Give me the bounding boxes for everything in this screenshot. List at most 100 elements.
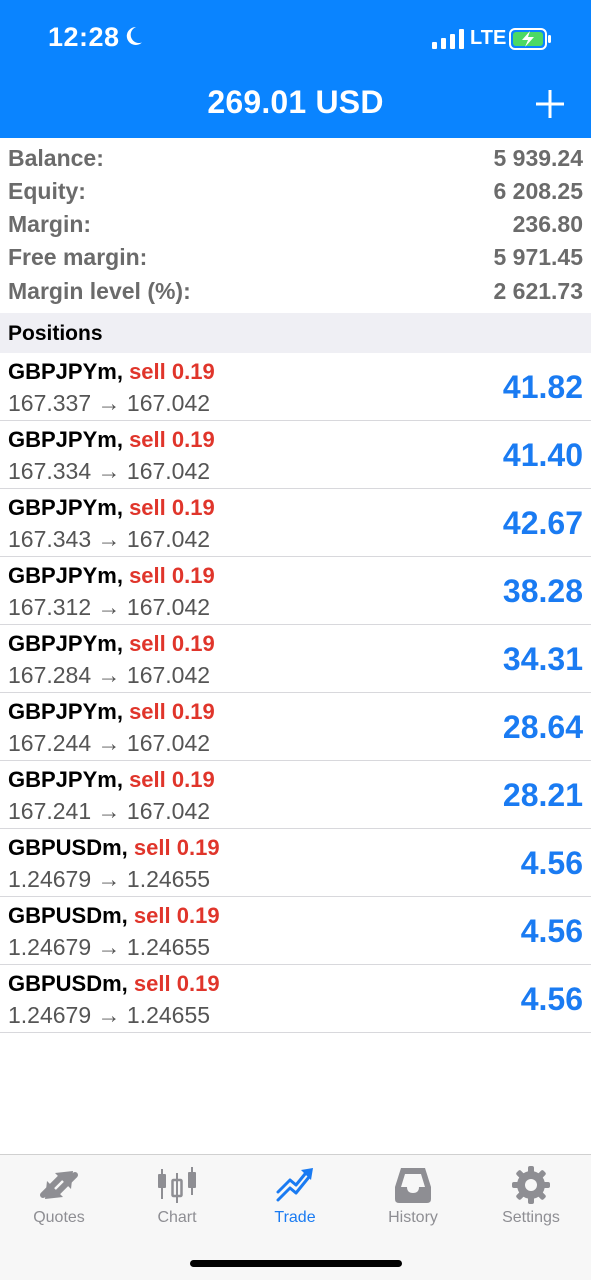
position-symbol: GBPUSDm,	[8, 971, 128, 996]
tab-history[interactable]: History	[354, 1155, 472, 1245]
position-side: sell 0.19	[129, 563, 215, 588]
summary-value: 2 621.73	[493, 278, 583, 304]
position-symbol: GBPJPYm,	[8, 767, 123, 792]
position-header: GBPUSDm, sell 0.19	[8, 903, 220, 929]
position-side: sell 0.19	[133, 903, 220, 928]
position-symbol: GBPJPYm,	[8, 563, 123, 588]
position-symbol: GBPJPYm,	[8, 359, 123, 384]
inbox-history-icon	[395, 1168, 431, 1203]
position-header: GBPJPYm, sell 0.19	[8, 495, 215, 521]
position-row[interactable]: GBPUSDm, sell 0.19 1.24679 → 1.24655 4.5…	[0, 829, 591, 897]
position-row[interactable]: GBPUSDm, sell 0.19 1.24679 → 1.24655 4.5…	[0, 897, 591, 965]
position-row[interactable]: GBPJPYm, sell 0.19 167.337 → 167.042 41.…	[0, 353, 591, 421]
tab-label: History	[388, 1209, 438, 1226]
position-side: sell 0.19	[133, 835, 220, 860]
position-symbol: GBPUSDm,	[8, 903, 128, 928]
position-side: sell 0.19	[129, 767, 215, 792]
home-indicator[interactable]	[190, 1260, 402, 1267]
tab-trade[interactable]: Trade	[236, 1155, 354, 1245]
position-header: GBPJPYm, sell 0.19	[8, 359, 215, 385]
new-order-plus-icon[interactable]	[530, 84, 570, 124]
trade-screen: 12:28 LTE 269.01 USD Balance: 5 939.24 E…	[0, 0, 591, 1280]
position-row[interactable]: GBPJPYm, sell 0.19 167.284 → 167.042 34.…	[0, 625, 591, 693]
summary-row-balance: Balance: 5 939.24	[0, 142, 591, 175]
position-profit: 41.82	[502, 369, 583, 405]
position-prices: 167.343 → 167.042	[8, 526, 211, 552]
positions-title: Positions	[8, 322, 103, 345]
summary-label: Free margin:	[8, 244, 148, 270]
summary-row-free-margin: Free margin: 5 971.45	[0, 241, 591, 274]
position-row[interactable]: GBPJPYm, sell 0.19 167.343 → 167.042 42.…	[0, 489, 591, 557]
position-prices: 1.24679 → 1.24655	[8, 1002, 211, 1028]
status-bar: 12:28 LTE	[0, 0, 591, 80]
position-side: sell 0.19	[129, 495, 215, 520]
position-prices: 167.241 → 167.042	[8, 798, 211, 824]
network-type: LTE	[470, 27, 507, 49]
gear-icon	[512, 1166, 550, 1204]
position-symbol: GBPJPYm,	[8, 631, 123, 656]
quotes-icon	[40, 1171, 78, 1199]
position-prices: 167.334 → 167.042	[8, 458, 211, 484]
position-symbol: GBPJPYm,	[8, 699, 123, 724]
position-row[interactable]: GBPUSDm, sell 0.19 1.24679 → 1.24655 4.5…	[0, 965, 591, 1033]
position-prices: 167.312 → 167.042	[8, 594, 211, 620]
position-row[interactable]: GBPJPYm, sell 0.19 167.334 → 167.042 41.…	[0, 421, 591, 489]
position-profit: 28.21	[502, 777, 583, 813]
position-row[interactable]: GBPJPYm, sell 0.19 167.244 → 167.042 28.…	[0, 693, 591, 761]
position-symbol: GBPJPYm,	[8, 427, 123, 452]
summary-row-margin-level: Margin level (%): 2 621.73	[0, 275, 591, 308]
position-prices: 1.24679 → 1.24655	[8, 934, 211, 960]
position-header: GBPUSDm, sell 0.19	[8, 835, 220, 861]
battery-charging-icon	[509, 28, 551, 50]
account-summary: Balance: 5 939.24 Equity: 6 208.25 Margi…	[0, 138, 591, 313]
summary-value: 5 939.24	[493, 145, 583, 171]
summary-label: Balance:	[8, 145, 104, 171]
account-profit-title: 269.01 USD	[207, 84, 384, 120]
position-header: GBPJPYm, sell 0.19	[8, 427, 215, 453]
position-side: sell 0.19	[129, 631, 215, 656]
position-header: GBPJPYm, sell 0.19	[8, 563, 215, 589]
position-header: GBPUSDm, sell 0.19	[8, 971, 220, 997]
position-profit: 28.64	[502, 709, 583, 745]
tab-quotes[interactable]: Quotes	[0, 1155, 118, 1245]
status-time: 12:28	[48, 22, 120, 52]
summary-value: 6 208.25	[493, 178, 583, 204]
tab-chart[interactable]: Chart	[118, 1155, 236, 1245]
position-symbol: GBPJPYm,	[8, 495, 123, 520]
summary-row-equity: Equity: 6 208.25	[0, 175, 591, 208]
position-profit: 4.56	[520, 981, 583, 1017]
moon-icon	[126, 26, 142, 45]
candlestick-chart-icon	[158, 1167, 196, 1203]
position-prices: 167.284 → 167.042	[8, 662, 211, 688]
position-profit: 41.40	[502, 437, 583, 473]
position-row[interactable]: GBPJPYm, sell 0.19 167.312 → 167.042 38.…	[0, 557, 591, 625]
position-row[interactable]: GBPJPYm, sell 0.19 167.241 → 167.042 28.…	[0, 761, 591, 829]
position-prices: 167.337 → 167.042	[8, 390, 211, 416]
position-side: sell 0.19	[129, 427, 215, 452]
cellular-signal-icon	[432, 29, 464, 49]
summary-label: Margin:	[8, 211, 92, 237]
position-profit: 4.56	[520, 845, 583, 881]
position-side: sell 0.19	[129, 699, 215, 724]
position-profit: 34.31	[502, 641, 583, 677]
positions-section-header: Positions	[0, 313, 591, 353]
tab-label: Trade	[274, 1209, 316, 1226]
summary-label: Margin level (%):	[8, 278, 191, 304]
position-header: GBPJPYm, sell 0.19	[8, 631, 215, 657]
header-bar: 12:28 LTE 269.01 USD	[0, 0, 591, 138]
summary-row-margin: Margin: 236.80	[0, 208, 591, 241]
summary-label: Equity:	[8, 178, 86, 204]
summary-value: 5 971.45	[493, 244, 583, 270]
position-header: GBPJPYm, sell 0.19	[8, 699, 215, 725]
tab-settings[interactable]: Settings	[472, 1155, 590, 1245]
position-prices: 1.24679 → 1.24655	[8, 866, 211, 892]
tab-label: Chart	[157, 1209, 197, 1226]
trade-trend-icon	[276, 1168, 313, 1202]
position-prices: 167.244 → 167.042	[8, 730, 211, 756]
tab-label: Settings	[502, 1209, 560, 1226]
position-profit: 38.28	[502, 573, 583, 609]
position-profit: 4.56	[520, 913, 583, 949]
position-side: sell 0.19	[133, 971, 220, 996]
position-header: GBPJPYm, sell 0.19	[8, 767, 215, 793]
position-symbol: GBPUSDm,	[8, 835, 128, 860]
